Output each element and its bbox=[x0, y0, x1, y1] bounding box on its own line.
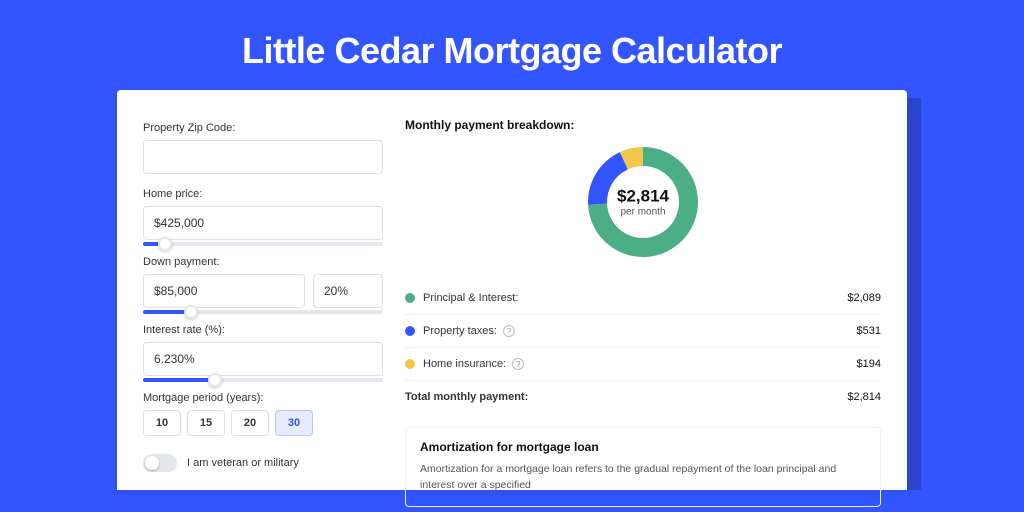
period-segmented: 10152030 bbox=[143, 410, 383, 436]
veteran-label: I am veteran or military bbox=[187, 457, 299, 469]
amortization-body: Amortization for a mortgage loan refers … bbox=[420, 462, 866, 494]
home-price-label: Home price: bbox=[143, 188, 383, 200]
legend-list: Principal & Interest: $2,089 Property taxe… bbox=[405, 282, 881, 380]
breakdown-title: Monthly payment breakdown: bbox=[405, 118, 881, 132]
donut-chart: $2,814 per month bbox=[583, 142, 703, 262]
down-payment-pct-input[interactable] bbox=[313, 274, 383, 308]
slider-thumb[interactable] bbox=[158, 237, 172, 251]
slider-thumb[interactable] bbox=[184, 305, 198, 319]
legend-amount: $2,089 bbox=[847, 292, 881, 304]
down-payment-slider[interactable] bbox=[143, 310, 383, 314]
period-option-10[interactable]: 10 bbox=[143, 410, 181, 436]
period-label: Mortgage period (years): bbox=[143, 392, 383, 404]
breakdown-panel: Monthly payment breakdown: $2,814 per mo… bbox=[405, 118, 881, 507]
page-title: Little Cedar Mortgage Calculator bbox=[0, 0, 1024, 90]
decorative-shadow bbox=[907, 98, 921, 490]
legend-label: Property taxes: bbox=[423, 325, 497, 337]
donut-center: $2,814 per month bbox=[617, 187, 669, 218]
interest-input[interactable] bbox=[143, 342, 383, 376]
total-label: Total monthly payment: bbox=[405, 391, 528, 403]
legend-label: Home insurance: bbox=[423, 358, 506, 370]
donut-sub: per month bbox=[617, 207, 669, 218]
legend-amount: $194 bbox=[857, 358, 881, 370]
down-payment-label: Down payment: bbox=[143, 256, 383, 268]
slider-thumb[interactable] bbox=[208, 373, 222, 387]
interest-slider[interactable] bbox=[143, 378, 383, 382]
calculator-card: Property Zip Code: Home price: Down paym… bbox=[117, 90, 907, 490]
info-icon[interactable]: ? bbox=[503, 325, 515, 337]
toggle-knob bbox=[145, 456, 159, 470]
zip-label: Property Zip Code: bbox=[143, 122, 383, 134]
interest-label: Interest rate (%): bbox=[143, 324, 383, 336]
veteran-toggle[interactable] bbox=[143, 454, 177, 472]
period-option-30[interactable]: 30 bbox=[275, 410, 313, 436]
amortization-section: Amortization for mortgage loan Amortizat… bbox=[405, 427, 881, 507]
home-price-slider[interactable] bbox=[143, 242, 383, 246]
legend-amount: $531 bbox=[857, 325, 881, 337]
legend-dot bbox=[405, 293, 415, 303]
legend-dot bbox=[405, 326, 415, 336]
input-panel: Property Zip Code: Home price: Down paym… bbox=[143, 118, 383, 507]
total-amount: $2,814 bbox=[847, 391, 881, 403]
donut-value: $2,814 bbox=[617, 187, 669, 207]
legend-row: Principal & Interest: $2,089 bbox=[405, 282, 881, 314]
down-payment-input[interactable] bbox=[143, 274, 305, 308]
legend-row: Home insurance:? $194 bbox=[405, 347, 881, 380]
info-icon[interactable]: ? bbox=[512, 358, 524, 370]
period-option-20[interactable]: 20 bbox=[231, 410, 269, 436]
legend-label: Principal & Interest: bbox=[423, 292, 518, 304]
home-price-input[interactable] bbox=[143, 206, 383, 240]
amortization-title: Amortization for mortgage loan bbox=[420, 440, 866, 454]
zip-input[interactable] bbox=[143, 140, 383, 174]
legend-total-row: Total monthly payment: $2,814 bbox=[405, 380, 881, 413]
legend-row: Property taxes:? $531 bbox=[405, 314, 881, 347]
period-option-15[interactable]: 15 bbox=[187, 410, 225, 436]
slider-fill bbox=[143, 378, 215, 382]
legend-dot bbox=[405, 359, 415, 369]
